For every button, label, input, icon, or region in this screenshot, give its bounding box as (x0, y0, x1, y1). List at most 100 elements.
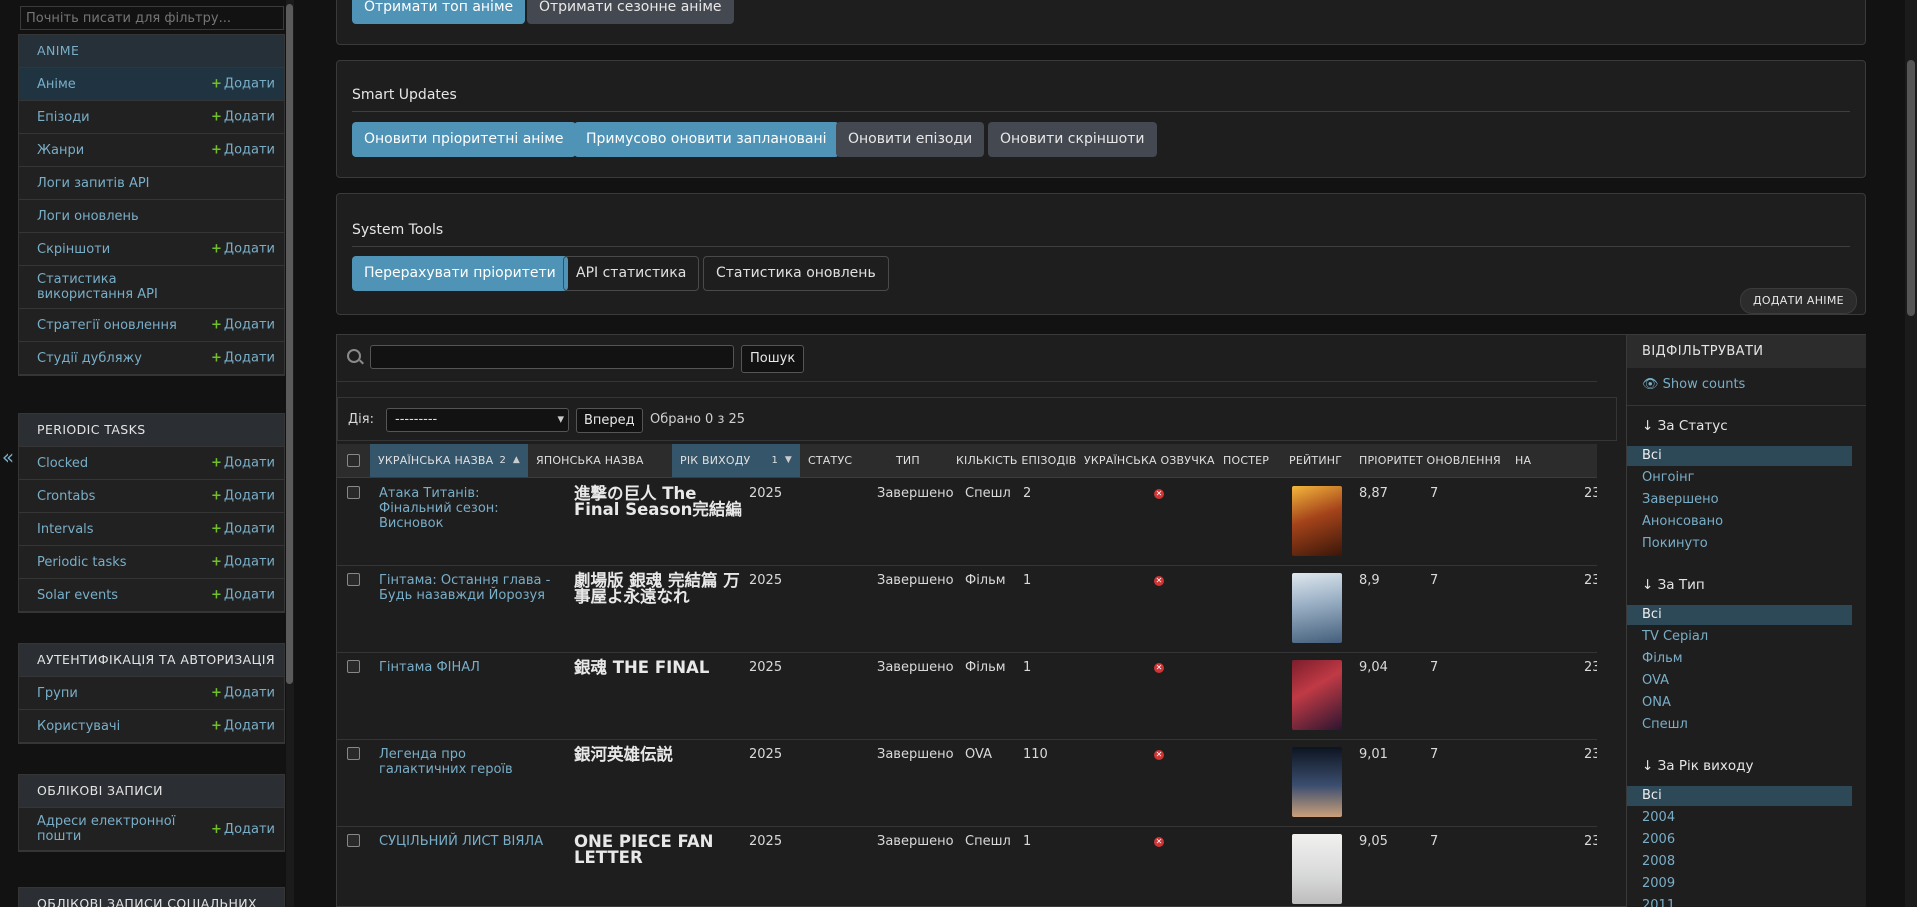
row-checkbox[interactable] (347, 747, 360, 760)
sidebar-item-users[interactable]: Користувачі + Додати (19, 710, 284, 743)
poster-image[interactable] (1292, 834, 1342, 904)
anime-module-caption[interactable]: ANIME (19, 35, 284, 68)
sidebar-item-groups[interactable]: Групи + Додати (19, 677, 284, 710)
col-type[interactable]: ТИП (888, 444, 948, 477)
sidebar-item-label[interactable]: Crontabs (19, 489, 187, 504)
sidebar-item-crontabs[interactable]: Crontabs + Додати (19, 480, 284, 513)
update-priority-anime-button[interactable]: Оновити пріоритетні аніме (352, 122, 576, 157)
sidebar-item-clocked[interactable]: Clocked + Додати (19, 447, 284, 480)
filter-status-announced[interactable]: Анонсовано (1642, 512, 1852, 532)
filter-type-all[interactable]: Всі (1627, 605, 1852, 625)
accounts-module-caption[interactable]: ОБЛІКОВІ ЗАПИСИ (19, 775, 284, 808)
filter-type-movie[interactable]: Фільм (1642, 649, 1852, 669)
sidebar-item-label[interactable]: Solar events (19, 588, 187, 603)
add-solar-event-link[interactable]: + Додати (211, 588, 275, 603)
sidebar-item-label[interactable]: Аніме (19, 77, 187, 92)
add-dub-studio-link[interactable]: + Додати (211, 351, 275, 366)
sidebar-item-label[interactable]: Групи (19, 686, 187, 701)
sidebar-item-label[interactable]: Адреси електронної пошти (19, 814, 187, 844)
row-checkbox[interactable] (347, 834, 360, 847)
add-strategy-link[interactable]: + Додати (211, 318, 275, 333)
add-episode-link[interactable]: + Додати (211, 110, 275, 125)
row-title-link[interactable]: Гінтама ФІНАЛ (379, 660, 551, 675)
page-scrollbar-thumb[interactable] (1907, 60, 1915, 316)
add-clocked-link[interactable]: + Додати (211, 456, 275, 471)
sidebar-item-label[interactable]: Користувачі (19, 719, 187, 734)
sidebar-item-screenshots[interactable]: Скріншоти + Додати (19, 233, 284, 266)
sidebar-item-label[interactable]: Скріншоти (19, 242, 187, 257)
filter-year-2004[interactable]: 2004 (1642, 808, 1852, 828)
row-title-link[interactable]: Атака Титанів: Фінальний сезон: Висновок (379, 486, 551, 531)
col-jp-title[interactable]: ЯПОНСЬКА НАЗВА (528, 444, 672, 477)
filter-type-special[interactable]: Спешл (1642, 715, 1852, 735)
add-anime-button[interactable]: ДОДАТИ АНІМЕ (1740, 288, 1857, 314)
add-group-link[interactable]: + Додати (211, 686, 275, 701)
sidebar-item-label[interactable]: Periodic tasks (19, 555, 187, 570)
row-title-link[interactable]: Гінтама: Остання глава - Будь назавжди Й… (379, 573, 551, 603)
sidebar-scrollbar-thumb[interactable] (286, 4, 293, 684)
sidebar-item-label[interactable]: Епізоди (19, 110, 187, 125)
sidebar-item-solar-events[interactable]: Solar events + Додати (19, 579, 284, 612)
filter-year-2006[interactable]: 2006 (1642, 830, 1852, 850)
sidebar-item-label[interactable]: Логи оновлень (19, 209, 187, 224)
filter-year-2008[interactable]: 2008 (1642, 852, 1852, 872)
sidebar-item-label[interactable]: Intervals (19, 522, 187, 537)
add-genre-link[interactable]: + Додати (211, 143, 275, 158)
sidebar-item-genres[interactable]: Жанри + Додати (19, 134, 284, 167)
poster-image[interactable] (1292, 573, 1342, 643)
row-title-link[interactable]: Легенда про галактичних героїв (379, 747, 551, 777)
sidebar-item-label[interactable]: Стратегії оновлення (19, 318, 187, 333)
row-title-link[interactable]: СУЦІЛЬНИЙ ЛИСТ ВІЯЛА (379, 834, 551, 849)
col-ua-title[interactable]: УКРАЇНСЬКА НАЗВА 2 ▲ (370, 444, 528, 477)
sidebar-item-update-logs[interactable]: Логи оновлень (19, 200, 284, 233)
search-button[interactable]: Пошук (741, 345, 805, 373)
filter-status-ongoing[interactable]: Онгоінг (1642, 468, 1852, 488)
sidebar-item-label[interactable]: Статистика використання API (19, 272, 187, 302)
sidebar-item-periodic-tasks[interactable]: Periodic tasks + Додати (19, 546, 284, 579)
go-button[interactable]: Вперед (576, 408, 643, 433)
col-episodes[interactable]: КІЛЬКІСТЬ ЕПІЗОДІВ (948, 444, 1076, 477)
sidebar-item-api-usage-stats[interactable]: Статистика використання API (19, 266, 284, 309)
filter-type-ona[interactable]: ONA (1642, 693, 1852, 713)
add-screenshot-link[interactable]: + Додати (211, 242, 275, 257)
sidebar-item-label[interactable]: Логи запитів API (19, 176, 187, 191)
sidebar-item-label[interactable]: Жанри (19, 143, 187, 158)
add-email-link[interactable]: + Додати (211, 822, 275, 837)
filter-year-all[interactable]: Всі (1627, 786, 1852, 806)
select-all-checkbox[interactable] (347, 454, 360, 467)
get-top-anime-button[interactable]: Отримати топ аніме (352, 0, 526, 24)
filter-status-finished[interactable]: Завершено (1642, 490, 1852, 510)
action-select[interactable]: --------- (386, 408, 569, 432)
poster-image[interactable] (1292, 747, 1342, 817)
sidebar-item-update-strategies[interactable]: Стратегії оновлення + Додати (19, 309, 284, 342)
update-statistics-button[interactable]: Статистика оновлень (703, 256, 889, 291)
add-periodic-task-link[interactable]: + Додати (211, 555, 275, 570)
sidebar-item-label[interactable]: Студії дубляжу (19, 351, 187, 366)
social-accounts-caption[interactable]: ОБЛІКОВІ ЗАПИСИ СОЦІАЛЬНИХ (19, 888, 284, 907)
update-episodes-button[interactable]: Оновити епізоди (836, 122, 985, 157)
auth-module-caption[interactable]: АУТЕНТИФІКАЦІЯ ТА АВТОРИЗАЦІЯ (19, 644, 284, 677)
filter-status-dropped[interactable]: Покинуто (1642, 534, 1852, 554)
sidebar-item-label[interactable]: Clocked (19, 456, 187, 471)
search-input[interactable] (370, 345, 734, 369)
collapse-sidebar-icon[interactable]: « (0, 445, 16, 469)
show-counts-link[interactable]: 👁 Show counts (1642, 377, 1745, 392)
col-update-priority[interactable]: ПРІОРИТЕТ ОНОВЛЕННЯ (1351, 444, 1507, 477)
col-year[interactable]: РІК ВИХОДУ 1 ▼ (672, 444, 800, 477)
sidebar-filter-input[interactable] (20, 6, 284, 30)
sidebar-item-episodes[interactable]: Епізоди + Додати (19, 101, 284, 134)
col-rating[interactable]: РЕЙТИНГ (1281, 444, 1351, 477)
row-checkbox[interactable] (347, 573, 360, 586)
row-checkbox[interactable] (347, 660, 360, 673)
add-crontab-link[interactable]: + Додати (211, 489, 275, 504)
filter-year-2011[interactable]: 2011 (1642, 896, 1852, 907)
filter-status-all[interactable]: Всі (1627, 446, 1852, 466)
force-update-scheduled-button[interactable]: Примусово оновити заплановані (574, 122, 839, 157)
add-user-link[interactable]: + Додати (211, 719, 275, 734)
sidebar-item-anime[interactable]: Аніме + Додати (19, 68, 284, 101)
add-interval-link[interactable]: + Додати (211, 522, 275, 537)
filter-type-ova[interactable]: OVA (1642, 671, 1852, 691)
add-anime-link[interactable]: + Додати (211, 77, 275, 92)
row-checkbox[interactable] (347, 486, 360, 499)
sidebar-item-intervals[interactable]: Intervals + Додати (19, 513, 284, 546)
